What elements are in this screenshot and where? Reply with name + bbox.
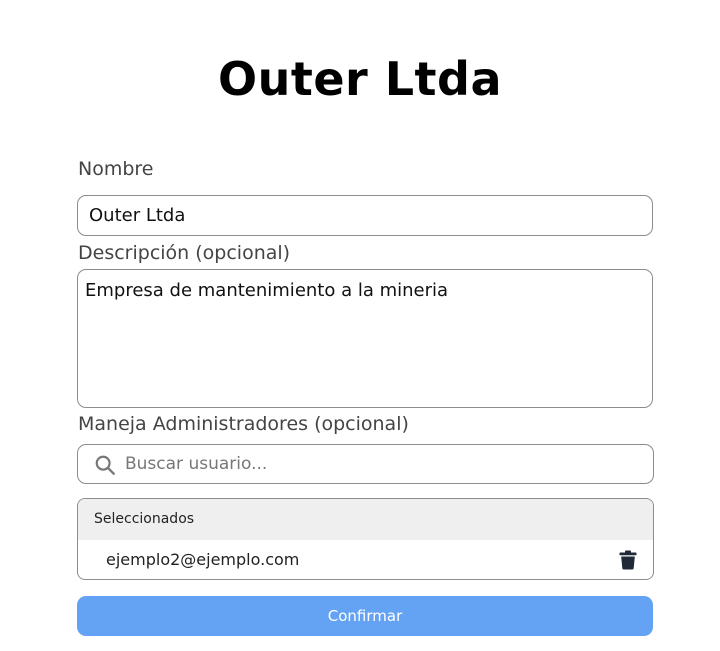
confirm-button[interactable]: Confirmar: [77, 596, 653, 636]
search-icon: [95, 455, 115, 475]
selected-users-panel: Seleccionados ejemplo2@ejemplo.com: [77, 498, 654, 580]
name-field[interactable]: [77, 195, 653, 236]
trash-icon[interactable]: [619, 550, 637, 570]
selected-header: Seleccionados: [78, 499, 653, 540]
description-label: Descripción (opcional): [78, 242, 291, 264]
page-title: Outer Ltda: [217, 52, 502, 106]
user-search-box[interactable]: [77, 444, 654, 484]
user-search-input[interactable]: [125, 450, 640, 478]
selected-user-item: ejemplo2@ejemplo.com: [78, 540, 653, 579]
create-company-page: Outer Ltda Nombre Descripción (opcional)…: [0, 0, 720, 651]
admins-label: Maneja Administradores (opcional): [78, 413, 409, 435]
description-field[interactable]: Empresa de mantenimiento a la mineria: [77, 269, 653, 408]
name-label: Nombre: [78, 158, 154, 180]
selected-user-email: ejemplo2@ejemplo.com: [106, 550, 300, 569]
